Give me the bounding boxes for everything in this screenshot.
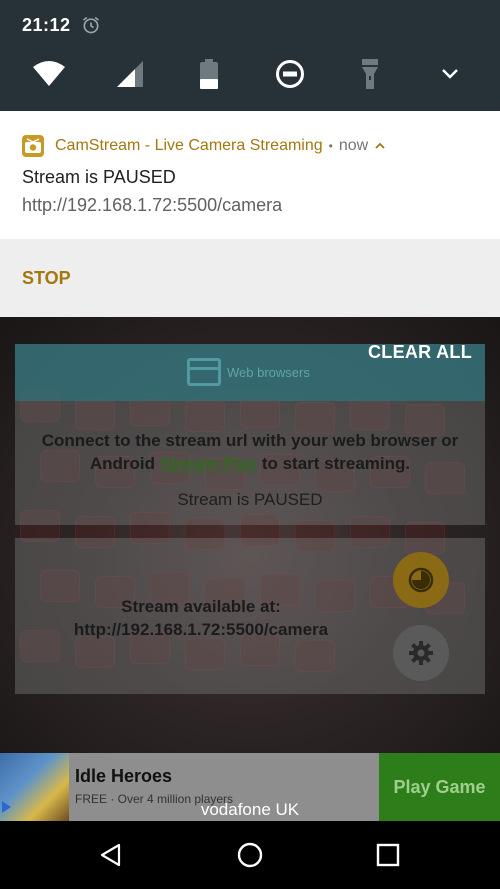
do-not-disturb-icon — [276, 60, 304, 88]
notification-actions: STOP — [0, 239, 500, 317]
browser-window-icon — [187, 358, 221, 386]
notification-app-name: CamStream - Live Camera Streaming — [55, 137, 323, 154]
home-icon — [237, 842, 263, 868]
notification-title: Stream is PAUSED — [22, 167, 176, 187]
back-button[interactable] — [93, 837, 129, 873]
expand-icon — [442, 69, 458, 79]
stop-button[interactable]: STOP — [22, 268, 71, 289]
gear-icon — [409, 641, 433, 665]
stream-instructions: Connect to the stream url with your web … — [41, 431, 459, 473]
timer-icon — [408, 567, 434, 593]
web-browsers-card: Web browsers Connect to the stream url w… — [15, 344, 485, 525]
home-button[interactable] — [232, 837, 268, 873]
recents-button[interactable] — [370, 837, 406, 873]
settings-button[interactable] — [393, 625, 449, 681]
camstream-notification[interactable]: CamStream - Live Camera Streaming • now … — [0, 111, 500, 239]
battery-tile[interactable] — [187, 52, 231, 96]
web-browsers-label: Web browsers — [227, 364, 310, 380]
ad-title: Idle Heroes — [75, 766, 173, 786]
flashlight-tile[interactable] — [348, 52, 392, 96]
back-icon — [100, 843, 121, 867]
expand-tile[interactable] — [428, 52, 472, 96]
camstream-app-icon — [22, 135, 44, 157]
flashlight-icon — [362, 59, 378, 89]
timer-button[interactable] — [393, 552, 449, 608]
recents-icon — [376, 843, 400, 867]
stream-available-label: Stream available at: — [121, 597, 281, 616]
clear-all-button[interactable]: CLEAR ALL — [368, 342, 472, 363]
carrier-label: vodafone UK — [200, 800, 300, 819]
cellular-tile[interactable] — [108, 52, 152, 96]
separator-dot: • — [328, 139, 333, 153]
notification-time: now — [338, 137, 369, 154]
battery-icon — [200, 59, 218, 89]
notification-text: http://192.168.1.72:5500/camera — [22, 195, 283, 215]
notification-header: CamStream - Live Camera Streaming • now — [22, 135, 386, 157]
wifi-icon — [33, 61, 65, 86]
dnd-tile[interactable] — [268, 52, 312, 96]
stream-play-link[interactable]: Stream Play — [160, 454, 257, 473]
clock: 21:12 — [22, 14, 71, 35]
signal-icon — [117, 61, 143, 87]
status-bar: 21:12 — [22, 12, 101, 38]
wifi-tile[interactable] — [27, 52, 71, 96]
alarm-icon — [82, 16, 99, 34]
quick-settings-panel: 21:12 — [0, 0, 500, 111]
chevron-up-icon[interactable] — [374, 140, 386, 152]
navigation-bar — [0, 821, 500, 889]
stream-status: Stream is PAUSED — [177, 490, 323, 509]
quick-settings-row — [0, 52, 500, 96]
stream-url: http://192.168.1.72:5500/camera — [73, 620, 329, 639]
